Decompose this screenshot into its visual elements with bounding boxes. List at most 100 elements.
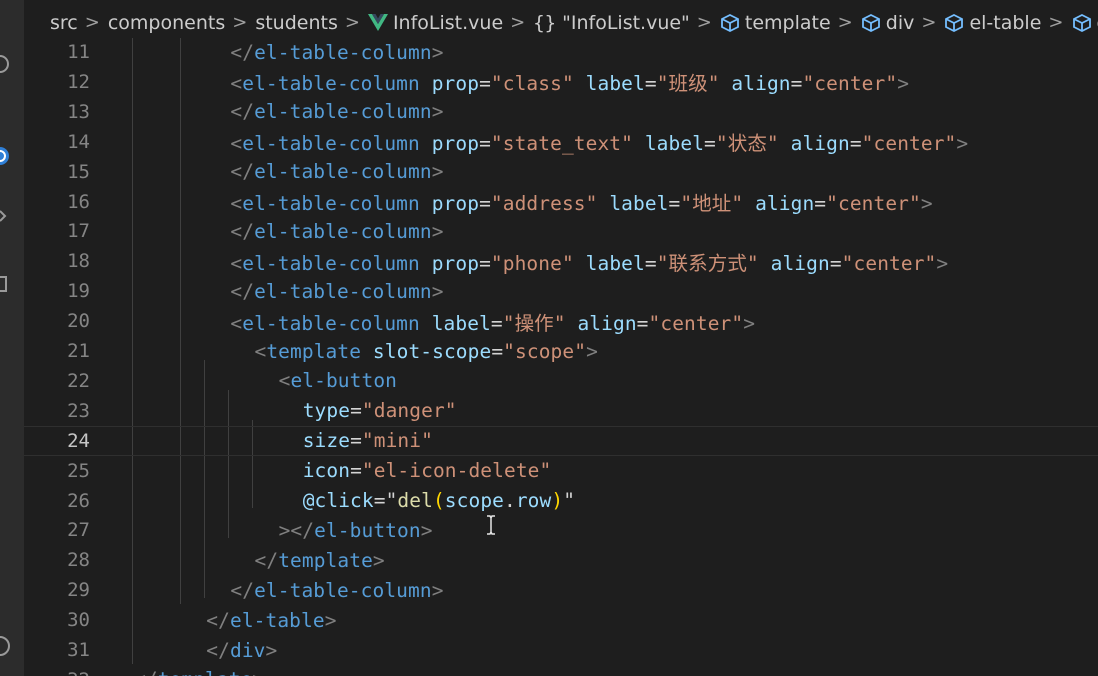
code-token: el-table-column bbox=[242, 251, 420, 275]
breadcrumb-separator: > bbox=[84, 12, 100, 33]
code-token: el-table-column bbox=[242, 311, 420, 335]
code-line[interactable]: 26 @click="del(scope.row)" bbox=[24, 486, 1098, 516]
code-line[interactable]: 24 size="mini" bbox=[24, 425, 1098, 456]
code-token: del bbox=[397, 489, 433, 512]
code-line[interactable]: 28 </template> bbox=[24, 545, 1098, 575]
code-token: template bbox=[278, 548, 373, 572]
debug-icon[interactable] bbox=[0, 52, 24, 76]
code-token: = bbox=[479, 132, 491, 156]
code-text: </el-table> bbox=[206, 609, 336, 632]
breadcrumb-item-template[interactable]: template bbox=[720, 12, 831, 34]
code-line[interactable]: 32 </template> bbox=[24, 665, 1098, 676]
code-text: <el-table-column label="操作" align="cente… bbox=[230, 307, 755, 336]
line-number: 26 bbox=[67, 489, 90, 512]
code-token: el-button bbox=[314, 518, 421, 542]
activity-bar bbox=[0, 0, 24, 676]
code-line[interactable]: 31 </div> bbox=[24, 635, 1098, 665]
account-icon[interactable] bbox=[0, 634, 24, 658]
code-token: = bbox=[704, 132, 716, 156]
code-token: > bbox=[265, 638, 278, 662]
code-token: "danger" bbox=[361, 399, 457, 423]
code-token: "center" bbox=[861, 132, 957, 156]
extensions-icon[interactable] bbox=[0, 272, 24, 296]
code-token: > bbox=[431, 160, 444, 184]
breadcrumb-item-file[interactable]: InfoList.vue bbox=[367, 12, 503, 34]
code-token: = bbox=[790, 72, 803, 96]
code-token: > bbox=[936, 251, 949, 275]
code-line[interactable]: 19 </el-table-column> bbox=[24, 276, 1098, 306]
code-line[interactable]: 30 </el-table> bbox=[24, 605, 1098, 635]
code-line[interactable]: 17 </el-table-column> bbox=[24, 216, 1098, 246]
code-line[interactable]: 16 <el-table-column prop="address" label=… bbox=[24, 187, 1098, 217]
code-token: < bbox=[230, 251, 243, 275]
code-token: = bbox=[350, 459, 362, 483]
code-line[interactable]: 12 <el-table-column prop="class" label="班… bbox=[24, 67, 1098, 97]
code-token: </ bbox=[206, 608, 230, 632]
line-number: 16 bbox=[67, 190, 90, 213]
chevron-right-icon[interactable] bbox=[0, 204, 24, 228]
code-text: <el-table-column prop="address" label="地… bbox=[230, 187, 932, 216]
breadcrumb-item-components[interactable]: components bbox=[108, 12, 225, 34]
line-number: 15 bbox=[67, 160, 90, 183]
code-token: "center" bbox=[826, 192, 921, 215]
code-line[interactable]: 29 </el-table-column> bbox=[24, 575, 1098, 605]
line-number: 27 bbox=[67, 519, 90, 542]
code-token: > bbox=[420, 518, 433, 542]
code-token: </ bbox=[206, 638, 230, 662]
breadcrumb-item-div[interactable]: div bbox=[861, 12, 914, 34]
code-editor[interactable]: 11 </el-table-column> 12 <el-table-column p… bbox=[24, 38, 1098, 676]
braces-icon: {} bbox=[533, 11, 557, 34]
line-number: 17 bbox=[67, 220, 90, 243]
code-text: <el-table-column prop="phone" label="联系方… bbox=[230, 247, 948, 276]
code-token: scope bbox=[444, 489, 504, 512]
code-token: el-table-column bbox=[254, 578, 432, 602]
code-token: slot-scope bbox=[372, 339, 492, 363]
breadcrumb-item-src[interactable]: src bbox=[50, 12, 78, 34]
cube-icon bbox=[944, 13, 964, 33]
code-line[interactable]: 27 ></el-button> bbox=[24, 515, 1098, 545]
line-number: 24 bbox=[67, 429, 90, 452]
code-token: ( bbox=[432, 489, 445, 512]
code-line[interactable]: 25 icon="el-icon-delete" bbox=[24, 456, 1098, 486]
breadcrumb-item-students[interactable]: students bbox=[255, 12, 338, 34]
breadcrumb-separator: > bbox=[837, 12, 853, 33]
code-token: @click bbox=[302, 489, 374, 512]
code-token: el-table-column bbox=[254, 100, 432, 124]
code-line[interactable]: 21 <template slot-scope="scope"> bbox=[24, 336, 1098, 366]
code-text: </el-table-column> bbox=[230, 41, 443, 64]
code-token: "address" bbox=[490, 192, 598, 215]
code-token: "状态" bbox=[715, 132, 779, 156]
code-line[interactable]: 11 </el-table-column> bbox=[24, 38, 1098, 67]
code-text: </el-table-column> bbox=[230, 579, 443, 602]
breadcrumb-separator: > bbox=[344, 12, 360, 33]
breadcrumb-item-el-table[interactable]: el-table bbox=[944, 12, 1041, 34]
code-line[interactable]: 13 </el-table-column> bbox=[24, 97, 1098, 127]
code-token: el-table bbox=[229, 608, 325, 632]
code-text: type="danger" bbox=[303, 399, 457, 422]
code-line[interactable]: 23 type="danger" bbox=[24, 396, 1098, 426]
code-token: prop bbox=[431, 251, 480, 275]
code-text: </el-table-column> bbox=[230, 220, 443, 243]
code-line[interactable]: 20 <el-table-column label="操作" align="cen… bbox=[24, 306, 1098, 336]
code-line[interactable]: 22 <el-button bbox=[24, 366, 1098, 396]
code-token: align bbox=[731, 72, 791, 96]
code-line[interactable]: 14 <el-table-column prop="state_text" lab… bbox=[24, 127, 1098, 157]
code-token: "state_text" bbox=[490, 132, 633, 156]
code-text: </el-table-column> bbox=[230, 280, 443, 303]
code-token: > bbox=[252, 668, 264, 676]
code-token: "地址" bbox=[680, 192, 744, 215]
line-number: 31 bbox=[67, 639, 90, 661]
breadcrumb-separator: > bbox=[1048, 12, 1064, 33]
code-line[interactable]: 15 </el-table-column> bbox=[24, 157, 1098, 187]
breadcrumb-item-module[interactable]: {} "InfoList.vue" bbox=[533, 12, 690, 34]
remote-icon[interactable] bbox=[0, 144, 24, 168]
code-token: = bbox=[350, 429, 362, 453]
code-token: el-table-column bbox=[254, 160, 432, 184]
code-line[interactable]: 18 <el-table-column prop="phone" label="联… bbox=[24, 246, 1098, 276]
code-token: = bbox=[636, 311, 649, 335]
breadcrumb-item-el-table-column[interactable]: el-tab bbox=[1072, 12, 1098, 34]
code-token: = bbox=[479, 192, 491, 215]
